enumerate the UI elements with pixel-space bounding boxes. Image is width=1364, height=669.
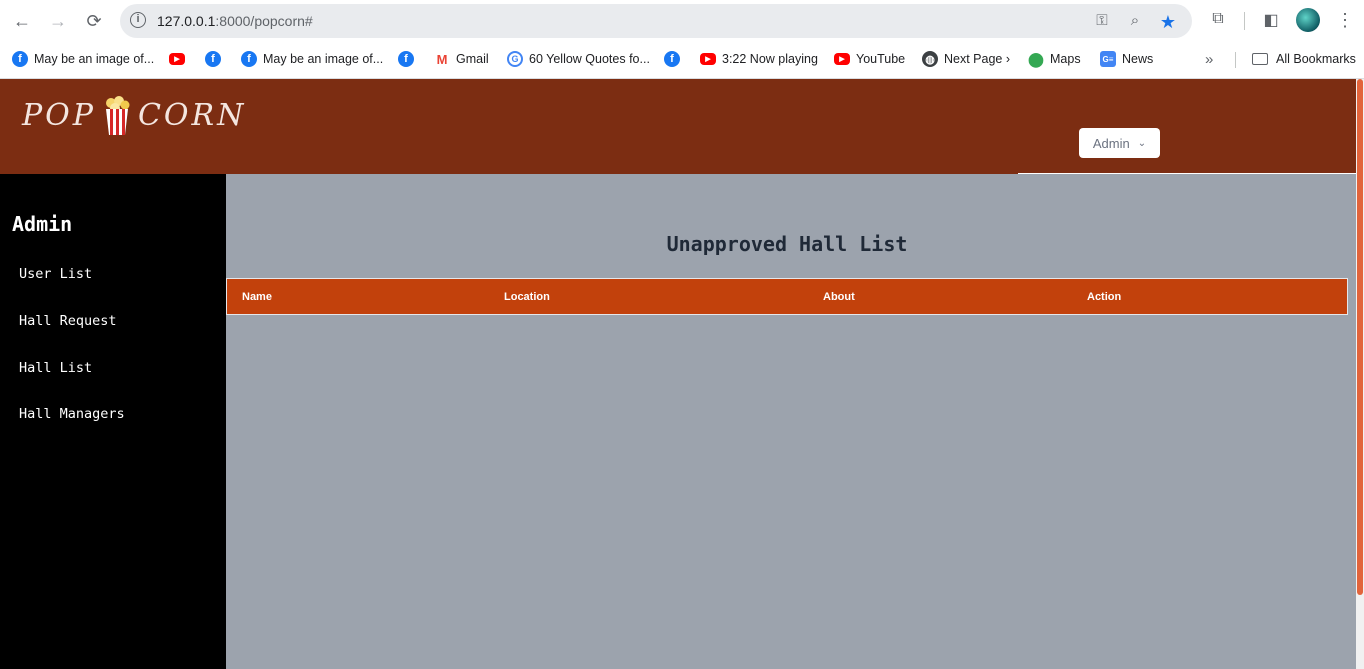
- column-header-name: Name: [242, 291, 272, 303]
- facebook-icon: f: [664, 51, 680, 67]
- back-button[interactable]: ←: [10, 9, 34, 33]
- facebook-icon: f: [12, 51, 28, 67]
- bookmark-item[interactable]: ⬤ Maps: [1028, 50, 1080, 68]
- site-logo[interactable]: POP CORN: [22, 93, 246, 137]
- toolbar-divider: [1244, 12, 1245, 30]
- popcorn-icon: [102, 95, 132, 135]
- bookmark-item[interactable]: M Gmail: [434, 50, 489, 68]
- column-header-location: Location: [504, 291, 550, 303]
- forward-button[interactable]: →: [46, 9, 70, 33]
- page-title: Unapproved Hall List: [666, 232, 908, 256]
- gmail-icon: M: [436, 51, 448, 67]
- sidebar-item-hall-list[interactable]: Hall List: [19, 360, 92, 376]
- bookmark-item[interactable]: f May be an image of...: [241, 50, 383, 68]
- facebook-icon: f: [205, 51, 221, 67]
- browser-toolbar: ← → ⟳ i 127.0.0.1:8000/popcorn# ⚿ ⌕ ★ ⧉ …: [0, 0, 1364, 42]
- all-bookmarks-button[interactable]: All Bookmarks: [1252, 50, 1356, 68]
- extensions-icon[interactable]: ⧉: [1207, 10, 1229, 32]
- bookmarks-divider: [1235, 52, 1236, 68]
- bookmark-item[interactable]: ◍ Next Page ›: [922, 50, 1010, 68]
- youtube-icon: ▶: [700, 53, 716, 65]
- sidebar-item-user-list[interactable]: User List: [19, 266, 92, 282]
- sidebar-item-hall-request[interactable]: Hall Request: [19, 313, 117, 329]
- sidebar: Admin User List Hall Request Hall List H…: [0, 174, 226, 669]
- menu-kebab-icon[interactable]: ⋮: [1334, 10, 1356, 32]
- column-header-about: About: [823, 291, 855, 303]
- chevron-down-icon: ⌄: [1137, 137, 1147, 149]
- admin-dropdown[interactable]: Admin ⌄: [1079, 128, 1160, 158]
- page-scrollbar-thumb[interactable]: [1357, 79, 1363, 595]
- bookmarks-bar: f May be an image of... ▶ f f May be an im…: [0, 42, 1364, 79]
- bookmark-item[interactable]: G≡ News: [1100, 50, 1153, 68]
- bookmark-item[interactable]: f May be an image of...: [12, 50, 154, 68]
- globe-icon: ◍: [922, 51, 938, 67]
- bookmark-item[interactable]: ▶ YouTube: [834, 50, 905, 68]
- folder-icon: [1252, 53, 1268, 65]
- column-header-action: Action: [1087, 291, 1122, 303]
- google-icon: G: [507, 51, 523, 67]
- hall-table-header: Name Location About Action: [226, 278, 1348, 315]
- side-panel-icon[interactable]: ◧: [1260, 10, 1282, 32]
- news-icon: G≡: [1100, 51, 1116, 67]
- site-header: POP CORN Admin ⌄: [0, 79, 1356, 174]
- maps-icon: ⬤: [1028, 50, 1044, 67]
- youtube-icon: ▶: [834, 53, 850, 65]
- profile-avatar[interactable]: [1296, 8, 1320, 32]
- bookmark-item[interactable]: f: [205, 50, 227, 68]
- zoom-icon[interactable]: ⌕: [1126, 12, 1144, 30]
- bookmark-item[interactable]: f: [664, 50, 686, 68]
- bookmark-item[interactable]: ▶: [169, 50, 191, 68]
- more-bookmarks-button[interactable]: »: [1205, 50, 1213, 68]
- bookmark-item[interactable]: ▶ 3:22 Now playing: [700, 50, 818, 68]
- bookmark-item[interactable]: G 60 Yellow Quotes fo...: [507, 50, 650, 68]
- bookmark-star-icon[interactable]: ★: [1159, 12, 1177, 32]
- facebook-icon: f: [398, 51, 414, 67]
- facebook-icon: f: [241, 51, 257, 67]
- reload-button[interactable]: ⟳: [82, 9, 106, 33]
- sidebar-title: Admin: [12, 212, 73, 236]
- youtube-icon: ▶: [169, 53, 185, 65]
- main-content: Unapproved Hall List Name Location About…: [226, 174, 1350, 669]
- url-text[interactable]: 127.0.0.1:8000/popcorn#: [157, 13, 313, 29]
- bookmark-item[interactable]: f: [398, 50, 420, 68]
- key-icon[interactable]: ⚿: [1093, 12, 1111, 30]
- address-bar[interactable]: i 127.0.0.1:8000/popcorn# ⚿ ⌕ ★: [120, 4, 1192, 38]
- site-info-icon[interactable]: i: [130, 12, 146, 28]
- sidebar-item-hall-managers[interactable]: Hall Managers: [19, 406, 125, 422]
